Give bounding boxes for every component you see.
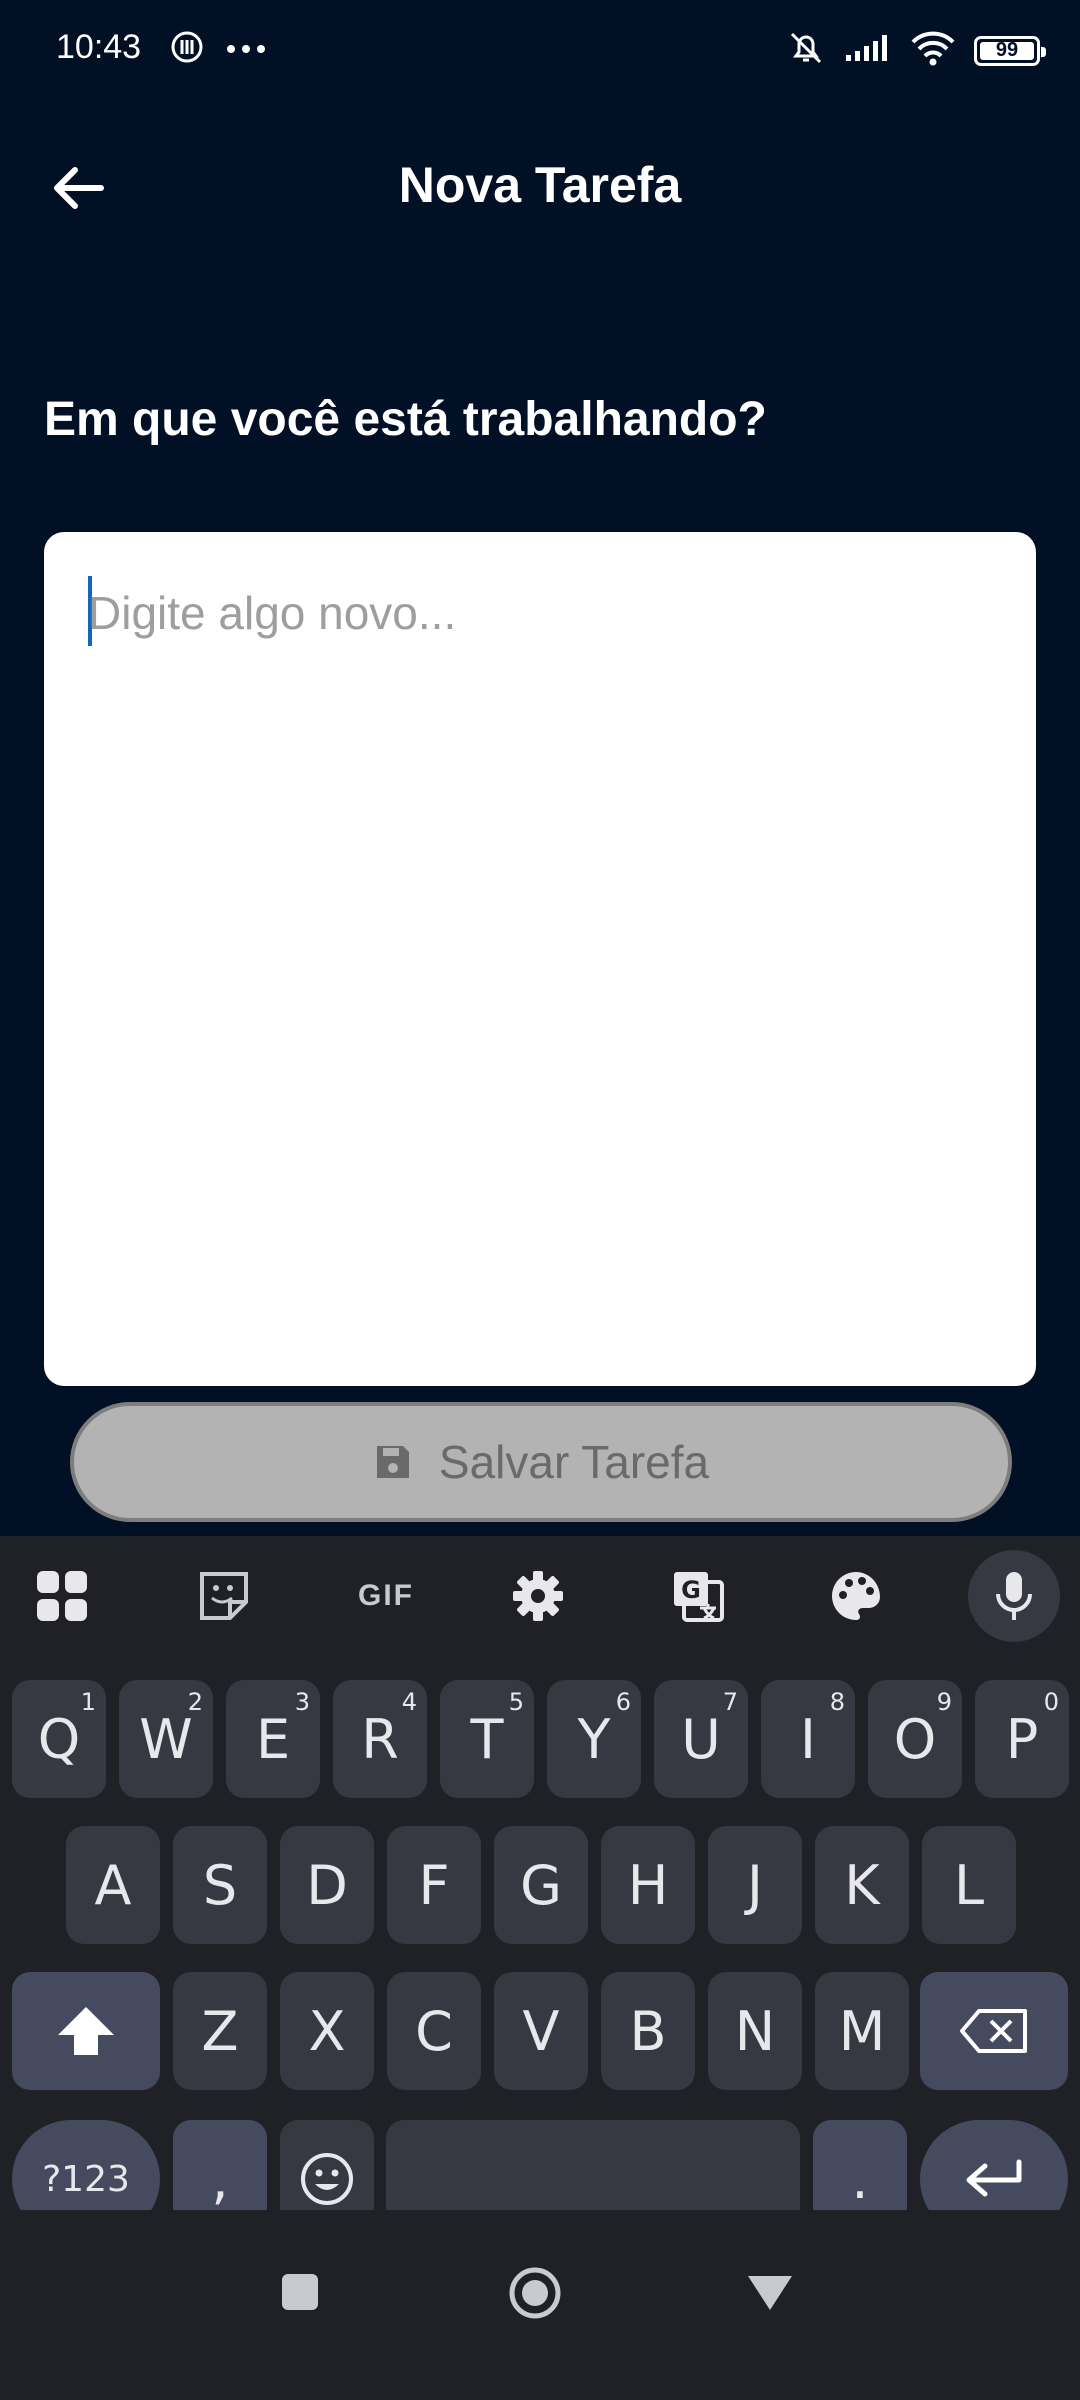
triangle-back-icon (748, 2276, 792, 2310)
wifi-icon (910, 30, 956, 71)
keyboard-toolbar: GIF G (0, 1536, 1080, 1656)
task-text-input[interactable]: Digite algo novo... (44, 532, 1036, 1386)
mic-icon (996, 1572, 1032, 1620)
key-k[interactable]: K (815, 1826, 909, 1944)
signal-icon (844, 33, 892, 68)
square-icon (282, 2274, 318, 2310)
key-n[interactable]: N (708, 1972, 802, 2090)
shift-key[interactable] (12, 1972, 160, 2090)
sticker-icon[interactable] (192, 1564, 256, 1628)
key-w[interactable]: W2 (119, 1680, 213, 1798)
nfc-icon (170, 30, 204, 69)
settings-icon[interactable] (506, 1564, 570, 1628)
key-y[interactable]: Y6 (547, 1680, 641, 1798)
key-q[interactable]: Q1 (12, 1680, 106, 1798)
battery-icon: 99 (974, 35, 1046, 66)
key-a[interactable]: A (66, 1826, 160, 1944)
key-g[interactable]: G (494, 1826, 588, 1944)
back-nav-button[interactable] (746, 2274, 794, 2317)
backspace-key[interactable] (920, 1972, 1068, 2090)
key-s[interactable]: S (173, 1826, 267, 1944)
circle-home-icon (509, 2267, 561, 2319)
key-d[interactable]: D (280, 1826, 374, 1944)
status-right-icons: 99 (786, 28, 1046, 73)
home-button[interactable] (508, 2266, 562, 2325)
svg-text:G: G (681, 1576, 701, 1604)
key-e[interactable]: E3 (226, 1680, 320, 1798)
save-button-label: Salvar Tarefa (438, 1436, 710, 1488)
mic-button[interactable] (968, 1550, 1060, 1642)
key-b[interactable]: B (601, 1972, 695, 2090)
enter-icon (966, 2159, 1022, 2197)
key-v[interactable]: V (494, 1972, 588, 2090)
input-placeholder: Digite algo novo... (88, 587, 457, 639)
status-time: 10:43 (56, 28, 142, 66)
key-o[interactable]: O9 (868, 1680, 962, 1798)
page-title: Nova Tarefa (398, 157, 682, 213)
task-prompt-label: Em que você está trabalhando? (44, 393, 767, 446)
emoji-icon (301, 2153, 353, 2205)
battery-level-text: 99 (995, 39, 1019, 61)
key-z[interactable]: Z (173, 1972, 267, 2090)
system-nav-bar (0, 2210, 1080, 2400)
key-i[interactable]: I8 (761, 1680, 855, 1798)
key-p[interactable]: P0 (975, 1680, 1069, 1798)
translate-icon[interactable]: G (666, 1564, 730, 1628)
shift-icon (58, 2007, 114, 2055)
key-c[interactable]: C (387, 1972, 481, 2090)
key-h[interactable]: H (601, 1826, 695, 1944)
key-x[interactable]: X (280, 1972, 374, 2090)
bell-off-icon (786, 28, 826, 73)
apps-grid-icon[interactable] (30, 1564, 94, 1628)
save-task-button[interactable]: Salvar Tarefa (70, 1402, 1012, 1522)
backspace-icon (960, 2009, 1027, 2053)
key-t[interactable]: T5 (440, 1680, 534, 1798)
more-dots-icon (226, 41, 266, 59)
palette-icon[interactable] (824, 1564, 888, 1628)
key-m[interactable]: M (815, 1972, 909, 2090)
status-bar: 10:43 99 (0, 0, 1080, 100)
key-j[interactable]: J (708, 1826, 802, 1944)
key-u[interactable]: U7 (654, 1680, 748, 1798)
gif-icon[interactable]: GIF (346, 1564, 426, 1628)
status-left-icons (170, 30, 266, 69)
recent-apps-button[interactable] (280, 2272, 320, 2317)
key-r[interactable]: R4 (333, 1680, 427, 1798)
save-icon (376, 1446, 409, 1478)
app-bar: Nova Tarefa (0, 130, 1080, 240)
key-l[interactable]: L (922, 1826, 1016, 1944)
key-f[interactable]: F (387, 1826, 481, 1944)
